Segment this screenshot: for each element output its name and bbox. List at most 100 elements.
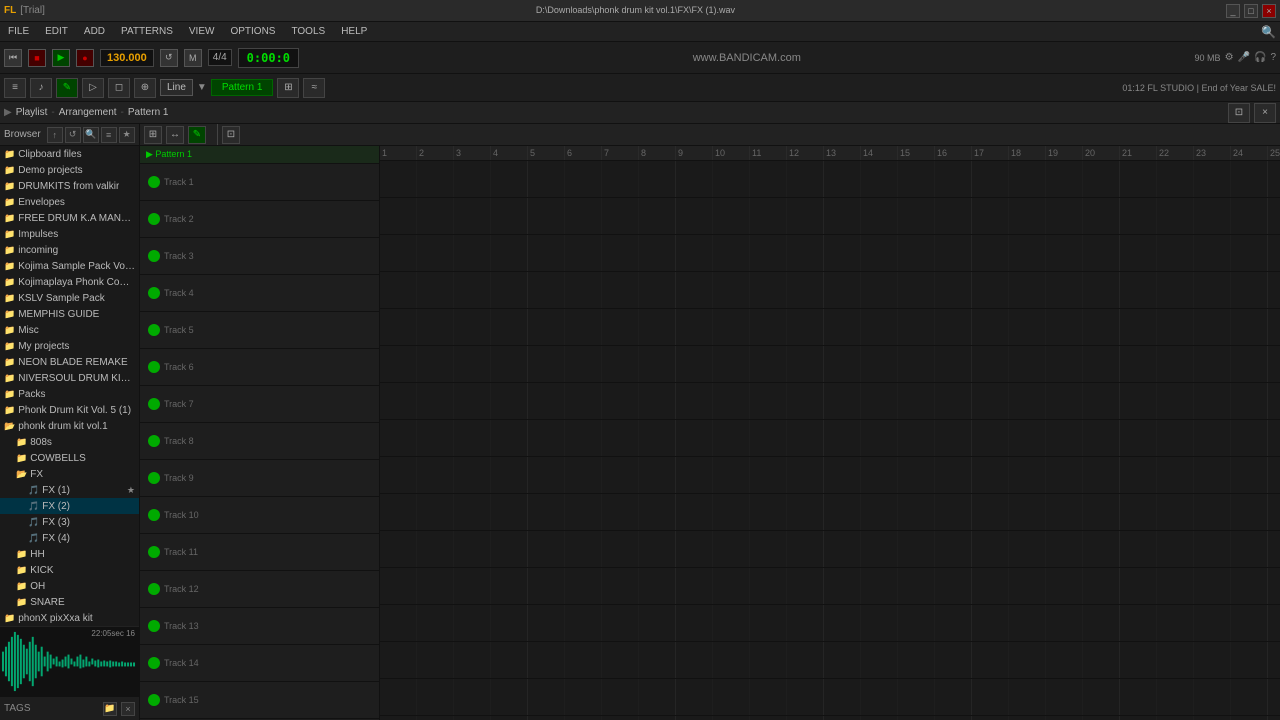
grid-cell-5-13[interactable] — [824, 309, 861, 345]
grid-cell-8-22[interactable] — [1157, 420, 1194, 456]
grid-cell-1-22[interactable] — [1157, 161, 1194, 197]
grid-cell-1-11[interactable] — [750, 161, 787, 197]
grid-cell-3-4[interactable] — [491, 235, 528, 271]
grid-cell-15-4[interactable] — [491, 679, 528, 715]
grid-cell-14-20[interactable] — [1083, 642, 1120, 678]
pattern-display[interactable]: Pattern 1 — [211, 79, 274, 96]
grid-row-5[interactable] — [380, 309, 1280, 346]
grid-cell-9-15[interactable] — [898, 457, 935, 493]
grid-cell-9-18[interactable] — [1009, 457, 1046, 493]
grid-row-2[interactable] — [380, 198, 1280, 235]
sidebar-item-fx[interactable]: 📂FX — [0, 466, 139, 482]
sidebar-star-button[interactable]: ★ — [119, 127, 135, 143]
grid-cell-11-1[interactable] — [380, 531, 417, 567]
grid-cell-7-11[interactable] — [750, 383, 787, 419]
grid-cell-16-12[interactable] — [787, 716, 824, 720]
grid-cell-7-24[interactable] — [1231, 383, 1268, 419]
grid-cell-10-3[interactable] — [454, 494, 491, 530]
grid-cell-5-14[interactable] — [861, 309, 898, 345]
draw-tool-button[interactable]: ✎ — [56, 78, 78, 98]
grid-cell-2-5[interactable] — [528, 198, 565, 234]
grid-cell-13-9[interactable] — [676, 605, 713, 641]
sidebar-item-incoming[interactable]: 📁incoming — [0, 242, 139, 258]
grid-cell-16-1[interactable] — [380, 716, 417, 720]
grid-cell-10-13[interactable] — [824, 494, 861, 530]
grid-cell-13-5[interactable] — [528, 605, 565, 641]
sidebar-item-demo-projects[interactable]: 📁Demo projects — [0, 162, 139, 178]
grid-cell-8-4[interactable] — [491, 420, 528, 456]
sidebar-item-phonx-pixxa-kit[interactable]: 📁phonX pixXxa kit — [0, 610, 139, 626]
grid-row-1[interactable] — [380, 161, 1280, 198]
stop-button[interactable]: ■ — [28, 49, 46, 67]
grid-cell-8-9[interactable] — [676, 420, 713, 456]
grid-cell-12-10[interactable] — [713, 568, 750, 604]
grid-cell-16-25[interactable] — [1268, 716, 1280, 720]
grid-cell-1-20[interactable] — [1083, 161, 1120, 197]
grid-cell-15-22[interactable] — [1157, 679, 1194, 715]
sidebar-up-button[interactable]: ↑ — [47, 127, 63, 143]
grid-cell-13-3[interactable] — [454, 605, 491, 641]
grid-cell-2-12[interactable] — [787, 198, 824, 234]
grid-cell-4-12[interactable] — [787, 272, 824, 308]
grid-cell-2-1[interactable] — [380, 198, 417, 234]
grid-cell-15-6[interactable] — [565, 679, 602, 715]
grid-cell-8-21[interactable] — [1120, 420, 1157, 456]
grid-cell-6-19[interactable] — [1046, 346, 1083, 382]
menu-tools[interactable]: TOOLS — [287, 24, 329, 39]
grid-cell-6-14[interactable] — [861, 346, 898, 382]
grid-cell-2-14[interactable] — [861, 198, 898, 234]
grid-cell-2-6[interactable] — [565, 198, 602, 234]
grid-cell-4-18[interactable] — [1009, 272, 1046, 308]
grid-cell-11-3[interactable] — [454, 531, 491, 567]
grid-cell-15-7[interactable] — [602, 679, 639, 715]
sidebar-search-button[interactable]: 🔍 — [83, 127, 99, 143]
grid-cell-2-2[interactable] — [417, 198, 454, 234]
grid-cell-14-24[interactable] — [1231, 642, 1268, 678]
sidebar-item-clipboard-files[interactable]: 📁Clipboard files — [0, 146, 139, 162]
grid-cell-5-21[interactable] — [1120, 309, 1157, 345]
grid-cell-8-15[interactable] — [898, 420, 935, 456]
select-tool-button[interactable]: ▷ — [82, 78, 104, 98]
grid-cell-6-18[interactable] — [1009, 346, 1046, 382]
grid-cell-15-24[interactable] — [1231, 679, 1268, 715]
grid-cell-6-8[interactable] — [639, 346, 676, 382]
grid-cell-16-18[interactable] — [1009, 716, 1046, 720]
grid-cell-2-15[interactable] — [898, 198, 935, 234]
grid-cell-3-8[interactable] — [639, 235, 676, 271]
play-button[interactable]: ▶ — [52, 49, 70, 67]
close-button[interactable]: × — [1262, 4, 1276, 18]
grid-cell-13-20[interactable] — [1083, 605, 1120, 641]
grid-cell-5-12[interactable] — [787, 309, 824, 345]
grid-cell-13-17[interactable] — [972, 605, 1009, 641]
grid-cell-6-7[interactable] — [602, 346, 639, 382]
grid-cell-10-4[interactable] — [491, 494, 528, 530]
grid-cell-12-21[interactable] — [1120, 568, 1157, 604]
grid-cell-16-20[interactable] — [1083, 716, 1120, 720]
grid-cell-11-16[interactable] — [935, 531, 972, 567]
grid-cell-9-10[interactable] — [713, 457, 750, 493]
sidebar-item-fx4[interactable]: 🎵FX (4) — [0, 530, 139, 546]
grid-cell-8-17[interactable] — [972, 420, 1009, 456]
grid-cell-12-6[interactable] — [565, 568, 602, 604]
grid-cell-12-15[interactable] — [898, 568, 935, 604]
grid-cell-8-20[interactable] — [1083, 420, 1120, 456]
grid-cell-11-13[interactable] — [824, 531, 861, 567]
grid-cell-9-20[interactable] — [1083, 457, 1120, 493]
grid-cell-7-25[interactable] — [1268, 383, 1280, 419]
grid-cell-4-10[interactable] — [713, 272, 750, 308]
grid-cell-2-25[interactable] — [1268, 198, 1280, 234]
grid-cell-16-3[interactable] — [454, 716, 491, 720]
grid-cell-10-5[interactable] — [528, 494, 565, 530]
grid-cell-15-10[interactable] — [713, 679, 750, 715]
grid-cell-3-24[interactable] — [1231, 235, 1268, 271]
grid-cell-14-19[interactable] — [1046, 642, 1083, 678]
grid-cell-12-17[interactable] — [972, 568, 1009, 604]
grid-cell-3-25[interactable] — [1268, 235, 1280, 271]
grid-cell-5-3[interactable] — [454, 309, 491, 345]
grid-cell-10-14[interactable] — [861, 494, 898, 530]
maximize-button[interactable]: □ — [1244, 4, 1258, 18]
grid-cell-14-6[interactable] — [565, 642, 602, 678]
grid-cell-10-8[interactable] — [639, 494, 676, 530]
grid-cell-13-15[interactable] — [898, 605, 935, 641]
grid-cell-9-21[interactable] — [1120, 457, 1157, 493]
